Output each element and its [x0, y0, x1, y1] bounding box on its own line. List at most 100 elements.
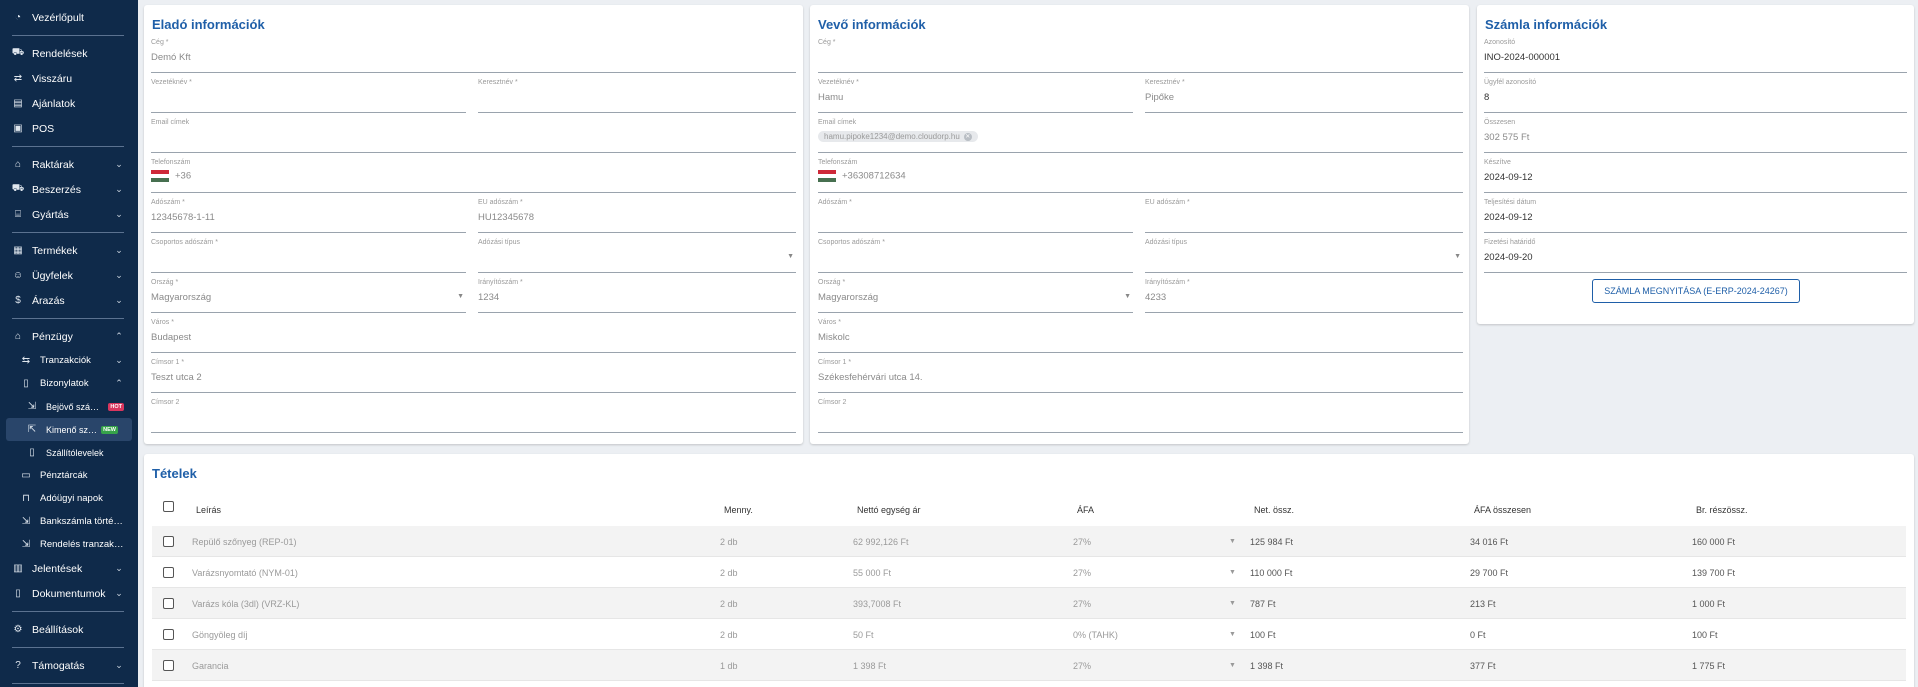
seller-country-select[interactable]: Ország * Magyarország ▼	[151, 279, 466, 313]
buyer-eu-tax-number-field[interactable]: EU adószám *	[1145, 199, 1463, 233]
buyer-tax-type-select[interactable]: Adózási típus ▼	[1145, 239, 1463, 273]
sidebar-item-transactions[interactable]: ⇆ Tranzakciók ⌄	[0, 349, 138, 372]
sidebar-item-finance[interactable]: ⌂ Pénzügy ⌃	[0, 324, 138, 349]
email-chip[interactable]: hamu.pipoke1234@demo.cloudorp.hu ✕	[818, 131, 978, 142]
seller-phone-field[interactable]: Telefonszám +36	[151, 159, 796, 193]
select-all-checkbox[interactable]	[163, 501, 174, 512]
sidebar-item-order-transactions[interactable]: ⇲ Rendelés tranzakc...	[0, 533, 138, 556]
column-header-gross-subtotal[interactable]: Br. részössz.	[1696, 505, 1748, 515]
seller-city-field[interactable]: Város * Budapest	[151, 319, 796, 353]
dropdown-arrow-icon[interactable]: ▼	[1229, 662, 1236, 669]
invoice-due-date-field[interactable]: Fizetési határidő 2024-09-20	[1484, 239, 1907, 273]
row-checkbox[interactable]	[163, 536, 174, 547]
seller-address1-field[interactable]: Címsor 1 * Teszt utca 2	[151, 359, 796, 393]
chevron-down-icon[interactable]: ⌄	[114, 184, 124, 195]
dropdown-arrow-icon[interactable]: ▼	[1229, 569, 1236, 576]
sidebar-item-receipts[interactable]: ▯ Bizonylatok ⌃	[0, 372, 138, 395]
sidebar-item-pos[interactable]: ▣ POS	[0, 116, 138, 141]
sidebar-item-returns[interactable]: ⇄ Visszáru	[0, 66, 138, 91]
chevron-down-icon[interactable]: ⌄	[114, 270, 124, 281]
dropdown-arrow-icon[interactable]: ▼	[1229, 538, 1236, 545]
invoice-fulfillment-date-field[interactable]: Teljesítési dátum 2024-09-12	[1484, 199, 1907, 233]
invoice-created-field[interactable]: Készítve 2024-09-12	[1484, 159, 1907, 193]
dropdown-arrow-icon[interactable]: ▼	[1229, 600, 1236, 607]
seller-last-name-field[interactable]: Vezetéknév *	[151, 79, 466, 113]
seller-address2-field[interactable]: Címsor 2	[151, 399, 796, 433]
invoice-total-field[interactable]: Összesen 302 575 Ft	[1484, 119, 1907, 153]
buyer-zip-field[interactable]: Irányítószám * 4233	[1145, 279, 1463, 313]
dropdown-arrow-icon[interactable]: ▼	[457, 293, 464, 300]
cell-vat-select[interactable]: 27%	[1073, 537, 1091, 547]
sidebar-item-orders[interactable]: ⛟ Rendelések	[0, 41, 138, 66]
table-row[interactable]: Göngyöleg díj 2 db 50 Ft 0% (TAHK) ▼ 100…	[152, 619, 1906, 650]
dropdown-arrow-icon[interactable]: ▼	[1124, 293, 1131, 300]
sidebar-item-outgoing-invoices[interactable]: ⇱ Kimenő szám NEW	[6, 418, 132, 441]
sidebar-item-delivery-notes[interactable]: ▯ Szállítólevelek	[0, 441, 138, 464]
sidebar-item-manufacturing[interactable]: ⌸ Gyártás ⌄	[0, 202, 138, 227]
invoice-id-field[interactable]: Azonosító INO-2024-000001	[1484, 39, 1907, 73]
sidebar-item-pricing[interactable]: $ Árazás ⌄	[0, 288, 138, 313]
dropdown-arrow-icon[interactable]: ▼	[1454, 253, 1461, 260]
dropdown-arrow-icon[interactable]: ▼	[787, 253, 794, 260]
chevron-down-icon[interactable]: ⌄	[114, 159, 124, 170]
sidebar-item-dashboard[interactable]: ◔ Vezérlőpult	[0, 5, 138, 30]
buyer-first-name-field[interactable]: Keresztnév * Pipőke	[1145, 79, 1463, 113]
seller-first-name-field[interactable]: Keresztnév *	[478, 79, 796, 113]
chevron-down-icon[interactable]: ⌄	[114, 355, 124, 366]
chevron-down-icon[interactable]: ⌄	[114, 660, 124, 671]
row-checkbox[interactable]	[163, 660, 174, 671]
cell-vat-select[interactable]: 27%	[1073, 599, 1091, 609]
sidebar-item-warehouses[interactable]: ⌂ Raktárak ⌄	[0, 152, 138, 177]
sidebar-item-customers[interactable]: ☺ Ügyfelek ⌄	[0, 263, 138, 288]
invoice-customer-id-field[interactable]: Ügyfél azonosító 8	[1484, 79, 1907, 113]
column-header-quantity[interactable]: Menny.	[724, 505, 753, 515]
sidebar-item-documents[interactable]: ▯ Dokumentumok ⌄	[0, 581, 138, 606]
column-header-vat-total[interactable]: ÁFA összesen	[1474, 505, 1531, 515]
row-checkbox[interactable]	[163, 598, 174, 609]
buyer-country-select[interactable]: Ország * Magyarország ▼	[818, 279, 1133, 313]
table-row[interactable]: Garancia 1 db 1 398 Ft 27% ▼ 1 398 Ft 37…	[152, 650, 1906, 681]
row-checkbox[interactable]	[163, 629, 174, 640]
table-row[interactable]: Varázs kóla (3dl) (VRZ-KL) 2 db 393,7008…	[152, 588, 1906, 619]
buyer-group-tax-number-field[interactable]: Csoportos adószám *	[818, 239, 1133, 273]
sidebar-item-reports[interactable]: ▥ Jelentések ⌄	[0, 556, 138, 581]
buyer-address1-field[interactable]: Címsor 1 * Székesfehérvári utca 14.	[818, 359, 1463, 393]
chevron-down-icon[interactable]: ⌄	[114, 295, 124, 306]
sidebar-item-products[interactable]: ▦ Termékek ⌄	[0, 238, 138, 263]
chevron-down-icon[interactable]: ⌄	[114, 209, 124, 220]
sidebar-item-bank-history[interactable]: ⇲ Bankszámla történ...	[0, 510, 138, 533]
hungary-flag-icon[interactable]	[151, 170, 169, 182]
sidebar-item-tax-days[interactable]: ⊓ Adóügyi napok	[0, 487, 138, 510]
sidebar-item-support[interactable]: ? Támogatás ⌄	[0, 653, 138, 678]
chevron-down-icon[interactable]: ⌄	[114, 588, 124, 599]
buyer-phone-field[interactable]: Telefonszám +36308712634	[818, 159, 1463, 193]
column-header-unit-price[interactable]: Nettó egység ár	[857, 505, 921, 515]
seller-tax-type-select[interactable]: Adózási típus ▼	[478, 239, 796, 273]
hungary-flag-icon[interactable]	[818, 170, 836, 182]
table-row[interactable]: Varázsnyomtató (NYM-01) 2 db 55 000 Ft 2…	[152, 557, 1906, 588]
seller-company-field[interactable]: Cég * Demó Kft	[151, 39, 796, 73]
buyer-emails-field[interactable]: Email címek hamu.pipoke1234@demo.cloudorp…	[818, 119, 1463, 153]
buyer-tax-number-field[interactable]: Adószám *	[818, 199, 1133, 233]
seller-eu-tax-number-field[interactable]: EU adószám * HU12345678	[478, 199, 796, 233]
open-invoice-button[interactable]: SZÁMLA MEGNYITÁSA (E-ERP-2024-24267)	[1592, 279, 1800, 303]
dropdown-arrow-icon[interactable]: ▼	[1229, 631, 1236, 638]
seller-emails-field[interactable]: Email címek	[151, 119, 796, 153]
seller-zip-field[interactable]: Irányítószám * 1234	[478, 279, 796, 313]
cell-vat-select[interactable]: 27%	[1073, 661, 1091, 671]
buyer-company-field[interactable]: Cég *	[818, 39, 1463, 73]
chevron-up-icon[interactable]: ⌃	[114, 378, 124, 389]
sidebar-item-settings[interactable]: ⚙ Beállítások	[0, 617, 138, 642]
cell-vat-select[interactable]: 27%	[1073, 568, 1091, 578]
chevron-down-icon[interactable]: ⌄	[114, 245, 124, 256]
sidebar-item-wallets[interactable]: ▭ Pénztárcák	[0, 464, 138, 487]
seller-tax-number-field[interactable]: Adószám * 12345678-1-11	[151, 199, 466, 233]
sidebar-item-incoming-invoices[interactable]: ⇲ Bejövő számlák HOT	[0, 395, 138, 418]
cell-vat-select[interactable]: 0% (TAHK)	[1073, 630, 1118, 640]
column-header-description[interactable]: Leírás	[196, 505, 221, 515]
chevron-up-icon[interactable]: ⌃	[114, 331, 124, 342]
column-header-vat[interactable]: ÁFA	[1077, 505, 1094, 515]
chevron-down-icon[interactable]: ⌄	[114, 563, 124, 574]
buyer-last-name-field[interactable]: Vezetéknév * Hamu	[818, 79, 1133, 113]
sidebar-item-purchasing[interactable]: ⛟ Beszerzés ⌄	[0, 177, 138, 202]
